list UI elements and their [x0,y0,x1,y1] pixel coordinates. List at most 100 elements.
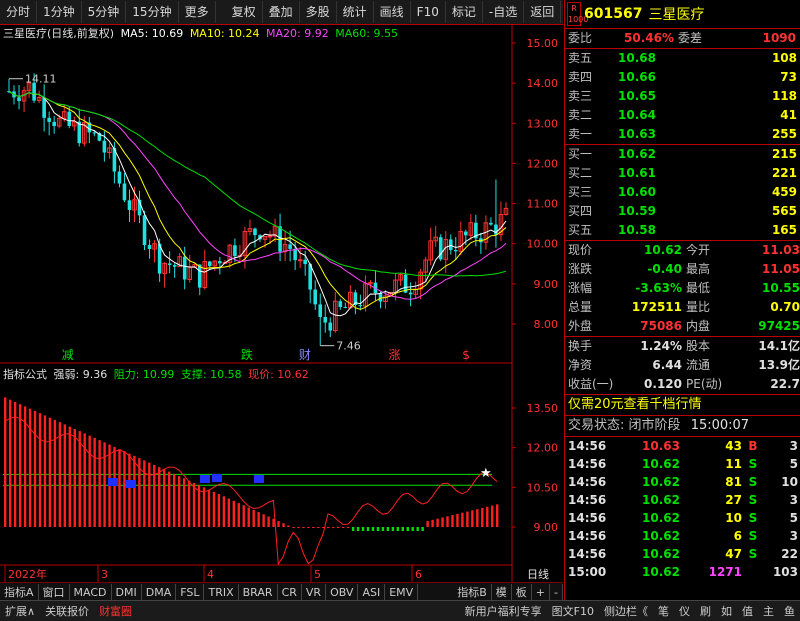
toolbar-tab-5min[interactable]: 5分钟 [82,1,127,23]
stat-label: 涨幅 [568,281,593,295]
tab-dmi[interactable]: DMI [112,583,142,601]
bids-row[interactable]: 买二 10.61 221 [565,164,800,183]
indicator-bar-red [302,527,305,528]
related-quote-button[interactable]: 关联报价 [40,603,94,619]
stat-value: 97425 [758,319,800,333]
tick-time: 14:56 [568,493,607,507]
stat-label: 涨跌 [568,262,593,276]
bid-book: 买一 10.62 215 买二 10.61 221 买三 10.60 459 买四 10.59 565… [565,145,800,241]
tab-zoom-in[interactable]: + [532,583,551,601]
indicator-blue-mark [212,474,222,482]
bids-row[interactable]: 买一 10.62 215 [565,145,800,164]
tab-indicator-b[interactable]: 指标B [453,583,492,601]
bids-row[interactable]: 买四 10.59 565 [565,202,800,221]
adjust-button[interactable]: 复权 [226,1,263,23]
tab-macd[interactable]: MACD [70,583,112,601]
tick-volume: 10 [725,511,742,525]
new-user-promo-link[interactable]: 新用户福利专享 [460,603,547,619]
refresh-icon[interactable]: 刷 [695,603,716,619]
remove-watchlist-button[interactable]: -自选 [483,1,525,23]
chart-title: 三星医疗(日线,前复权) [3,27,115,40]
wealth-circle-button[interactable]: 财富圈 [94,603,137,619]
indicator-tick-label: 9.00 [534,521,559,534]
back-button[interactable]: 返回 [524,1,562,23]
main-icon[interactable]: 主 [758,603,779,619]
indicator-bar-red [456,513,459,527]
bids-row[interactable]: 买五 10.58 165 [565,221,800,240]
fish-icon[interactable]: 鱼 [779,603,800,619]
quote-panel: R 1000 601567 三星医疗 委比 50.46% 委差 1090 卖五 1… [564,0,800,600]
tab-board[interactable]: 板 [512,583,532,601]
expand-button[interactable]: 扩展∧ [0,603,40,619]
trade-status: 交易状态: 闭市阶段 15:00:07 [565,416,800,437]
tab-window[interactable]: 窗口 [39,583,70,601]
tab-emv[interactable]: EMV [385,583,419,601]
asks-row[interactable]: 卖二 10.64 41 [565,106,800,125]
note-icon[interactable]: 笔 [653,603,674,619]
level2-promo-link[interactable]: 仅需20元查看千档行情 [565,395,800,416]
stat-label: 现价 [568,243,593,257]
event-marker: 跌 [241,347,253,362]
toolbar-tab-1min[interactable]: 1分钟 [37,1,82,23]
event-marker: $ [462,348,470,362]
asks-row[interactable]: 卖一 10.63 255 [565,125,800,144]
price-tick-label: 9.00 [534,278,559,291]
tick-price: 10.62 [642,475,680,489]
ruyi-icon[interactable]: 如 [716,603,737,619]
draw-line-button[interactable]: 画线 [374,1,411,23]
candle-body-down [328,322,333,331]
tab-asi[interactable]: ASI [358,583,386,601]
indicator-bar-red [187,480,191,527]
indicator-name[interactable]: 指标公式 [3,368,47,381]
indicator-bar-red [436,518,439,527]
tab-fsl[interactable]: FSL [176,583,205,601]
indicator-bar-red [158,467,161,527]
tick-list: 14:56 10.63 43 B 3 14:56 10.62 11 S 5 14:56 10.62 81… [565,437,800,581]
bids-label: 买五 [568,223,593,237]
bids-row[interactable]: 买三 10.60 459 [565,183,800,202]
toolbar-more-button[interactable]: 更多 [179,1,216,23]
indicator-price: 现价: 10.62 [248,368,309,381]
indicator-bar-red [471,510,474,527]
asks-label: 卖四 [568,70,593,84]
tab-template[interactable]: 模 [492,583,512,601]
candle-body-down [147,245,152,250]
indicator-bar-red [272,518,275,527]
mark-button[interactable]: 标记 [446,1,483,23]
tab-trix[interactable]: TRIX [204,583,239,601]
f10-button[interactable]: F10 [411,1,446,23]
indicator-bar-red [317,527,320,528]
asks-row[interactable]: 卖三 10.65 118 [565,87,800,106]
bids-volume: 165 [771,223,797,237]
tab-obv[interactable]: OBV [326,583,359,601]
stat-label: 股本 [686,339,711,353]
period-label: 日线 [527,567,549,581]
tab-indicator-a[interactable]: 指标A [0,583,39,601]
trade-status-time: 15:00:07 [690,418,750,433]
indicator-bar-red [466,511,469,527]
toolbar-tab-timeshare[interactable]: 分时 [0,1,38,23]
tab-dma[interactable]: DMA [142,583,177,601]
multi-stock-button[interactable]: 多股 [300,1,337,23]
indicator-bar-red [73,428,76,527]
overlay-button[interactable]: 叠加 [263,1,300,23]
instrument-icon[interactable]: 仪 [674,603,695,619]
toolbar-tab-15min[interactable]: 15分钟 [126,1,179,23]
f10-graphic-link[interactable]: 图文F10 [547,603,599,619]
value-icon[interactable]: 值 [737,603,758,619]
tick-row: 14:56 10.62 10 S 5 [565,509,800,527]
asks-row[interactable]: 卖四 10.66 73 [565,68,800,87]
indicator-bar-green [366,527,370,531]
candle-body-up [297,259,303,262]
kline-chart[interactable]: 14.11 7.46 减 跌 财 涨 $ ★ 15.00 14.00 13.00 12.00 11.… [0,0,564,600]
asks-row[interactable]: 卖五 10.68 108 [565,49,800,68]
sidebar-toggle[interactable]: 侧边栏《 [599,603,653,619]
tab-vr[interactable]: VR [302,583,327,601]
share-stats: 换手 1.24% 股本 14.1亿 净资 6.44 流通 13.9亿 收益(一) 0.120 PE(… [565,337,800,395]
indicator-bar-red [451,515,454,527]
stats-button[interactable]: 统计 [337,1,374,23]
tab-brar[interactable]: BRAR [239,583,278,601]
tab-zoom-out[interactable]: - [550,583,563,601]
share-row: 收益(一) 0.120 PE(动) 22.7 [565,375,800,394]
tab-cr[interactable]: CR [278,583,302,601]
